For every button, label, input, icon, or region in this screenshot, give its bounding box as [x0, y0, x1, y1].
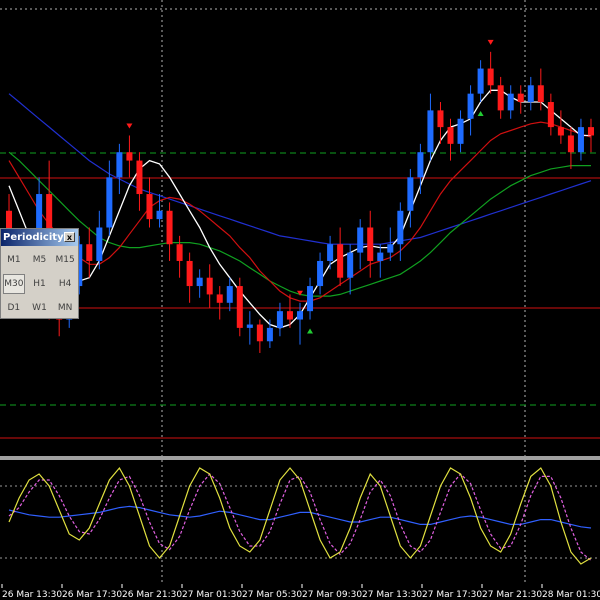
periodicity-title: Periodicity — [3, 232, 64, 243]
candle-body — [266, 327, 273, 342]
candle-body — [337, 244, 344, 278]
period-button-h4[interactable]: H4 — [52, 272, 78, 296]
close-icon[interactable]: x — [64, 232, 75, 242]
candle-body — [367, 227, 374, 261]
candle-body — [447, 127, 454, 144]
candle-body — [517, 93, 524, 103]
axis-label-5: 27 Mar 09:30 — [302, 590, 362, 600]
candle-body — [246, 324, 253, 328]
period-button-m30[interactable]: M30 — [3, 274, 25, 294]
candle-body — [507, 93, 514, 111]
candle — [236, 277, 243, 337]
candle-body — [307, 286, 314, 312]
candle-body — [487, 68, 494, 86]
period-button-m1[interactable]: M1 — [1, 248, 27, 272]
candle-body — [377, 252, 384, 261]
candle-body — [557, 127, 564, 136]
period-button-w1[interactable]: W1 — [27, 296, 53, 320]
period-button-m15[interactable]: M15 — [52, 248, 78, 272]
candle-body — [437, 110, 444, 128]
candle-body — [236, 286, 243, 328]
candle-body — [477, 68, 484, 94]
axis-label-2: 26 Mar 21:30 — [122, 590, 182, 600]
candle-body — [537, 85, 544, 103]
candle-body — [86, 244, 93, 261]
candle-body — [417, 152, 424, 178]
candle-body — [457, 118, 464, 144]
period-button-mn[interactable]: MN — [52, 296, 78, 320]
axis-label-7: 27 Mar 17:30 — [422, 590, 482, 600]
candle-body — [407, 177, 414, 211]
candle-body — [427, 110, 434, 153]
period-button-m5[interactable]: M5 — [27, 248, 53, 272]
axis-label-0: 26 Mar 13:30 — [2, 590, 62, 600]
candle-body — [577, 127, 584, 153]
candle-body — [206, 277, 213, 295]
candle-body — [296, 311, 304, 320]
candle-body — [387, 244, 394, 253]
candle-body — [156, 210, 163, 220]
axis-label-9: 28 Mar 01:30 — [542, 590, 600, 600]
price-chart[interactable]: 26 Mar 13:30 26 Mar 17:30 26 Mar 21:30 27 M… — [0, 0, 600, 600]
axis-label-3: 27 Mar 01:30 — [182, 590, 242, 600]
periodicity-title-bar[interactable]: Periodicity x — [1, 229, 78, 246]
candle-body — [567, 135, 574, 153]
candle-body — [527, 85, 534, 103]
period-button-h1[interactable]: H1 — [27, 272, 53, 296]
candle-body — [216, 294, 223, 303]
candle-body — [497, 85, 504, 111]
candle-body — [397, 210, 404, 245]
axis-label-4: 27 Mar 05:30 — [242, 590, 302, 600]
axis-label-1: 26 Mar 17:30 — [62, 590, 122, 600]
chart-background — [0, 0, 600, 600]
candle-body — [126, 152, 133, 161]
candle-body — [276, 311, 283, 328]
candle-body — [116, 152, 123, 178]
candle-body — [176, 244, 183, 261]
candle-body — [286, 311, 293, 320]
candle-body — [186, 260, 193, 287]
axis-label-6: 27 Mar 13:30 — [362, 590, 422, 600]
candle-body — [106, 177, 113, 228]
periodicity-buttons: M1 M5 M15 M30 H1 H4 D1 W1 MN — [1, 246, 78, 320]
period-button-d1[interactable]: D1 — [1, 296, 27, 320]
candle-body — [256, 324, 263, 342]
periodicity-panel[interactable]: Periodicity x M1 M5 M15 M30 H1 H4 D1 W1 … — [0, 228, 79, 319]
candle-body — [327, 244, 334, 261]
pane-splitter[interactable] — [0, 456, 600, 460]
axis-label-8: 27 Mar 21:30 — [482, 590, 542, 600]
candle-body — [166, 210, 173, 245]
candle-body — [467, 93, 474, 119]
candle-body — [357, 227, 364, 253]
candle-body — [96, 227, 103, 261]
candle-body — [196, 277, 203, 287]
candle-body — [146, 194, 153, 220]
candle-body — [547, 102, 554, 128]
candle-body — [587, 127, 594, 136]
candle-body — [136, 160, 143, 195]
candle-body — [226, 286, 233, 303]
candle-body — [347, 252, 354, 278]
candle-body — [317, 260, 324, 287]
